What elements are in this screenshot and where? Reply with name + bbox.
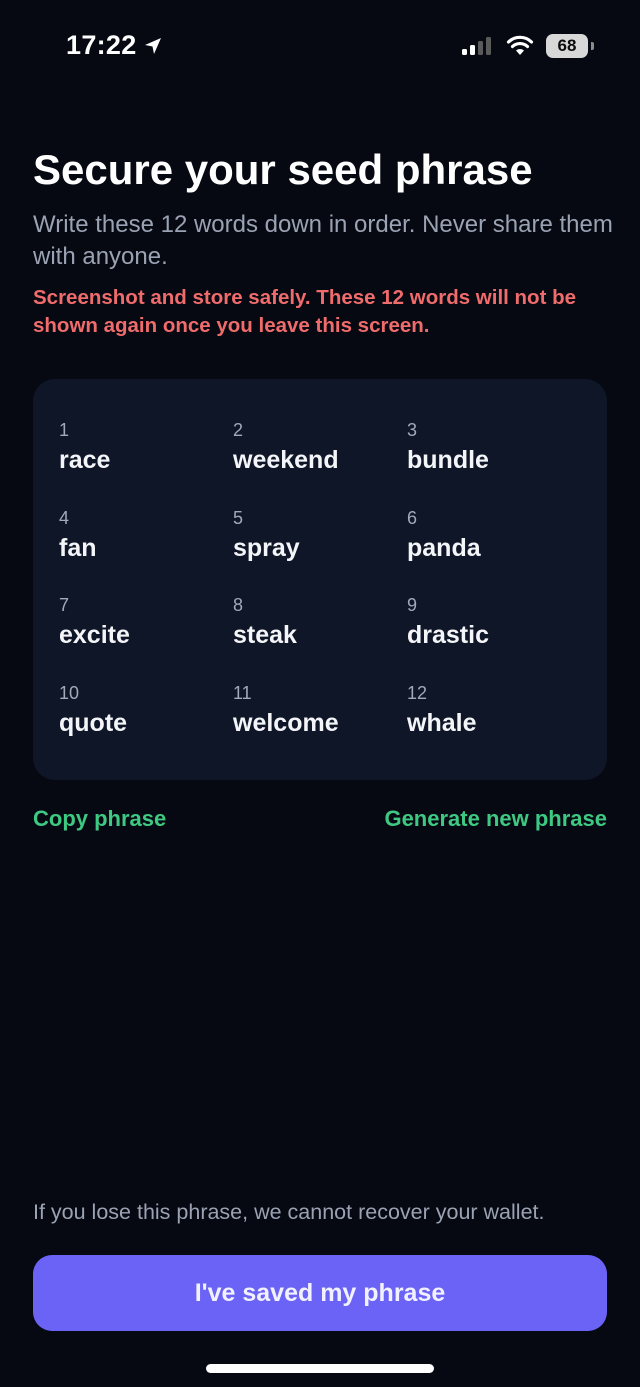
seed-word: whale	[407, 708, 477, 737]
seed-word: welcome	[233, 708, 339, 737]
seed-word-item: 3 bundle	[407, 419, 581, 507]
battery-tip	[591, 42, 594, 50]
seed-word-number: 9	[407, 595, 418, 615]
seed-word-number: 8	[233, 595, 244, 615]
location-arrow-icon	[144, 37, 161, 54]
seed-word-item: 4 fan	[59, 507, 233, 595]
seed-word: race	[59, 446, 111, 474]
seed-word-number: 2	[233, 420, 244, 440]
page-subtitle: Write these 12 words down in order. Neve…	[33, 211, 613, 270]
seed-word: steak	[233, 621, 297, 649]
seed-word-grid: 1 race 2 weekend 3 bundle 4 fan 5 spray 6 panda 7 exc…	[59, 419, 581, 769]
seed-word-item: 5 spray	[233, 507, 407, 595]
seed-word-item: 1 race	[59, 419, 233, 507]
seed-word-number: 5	[233, 507, 244, 528]
page-title: Secure your seed phrase	[33, 146, 533, 193]
wifi-icon	[506, 35, 534, 55]
seed-word: panda	[407, 533, 481, 562]
seed-word: drastic	[407, 621, 489, 649]
seed-word-item: 8 steak	[233, 594, 407, 682]
cellular-signal-icon	[462, 37, 491, 55]
seed-word-number: 1	[59, 420, 70, 440]
footer-note: If you lose this phrase, we cannot recov…	[33, 1200, 545, 1224]
seed-word-number: 6	[407, 507, 418, 528]
copy-phrase-button[interactable]: Copy phrase	[33, 806, 166, 832]
battery-level: 68	[557, 36, 577, 55]
seed-word-item: 6 panda	[407, 507, 581, 595]
status-bar: 17:22 68	[0, 0, 640, 96]
seed-word: weekend	[233, 446, 339, 474]
seed-phrase-card: 1 race 2 weekend 3 bundle 4 fan 5 spray 6 panda 7 exc…	[33, 379, 607, 780]
home-indicator	[206, 1364, 434, 1373]
seed-word-item: 2 weekend	[233, 419, 407, 507]
seed-word-number: 10	[59, 682, 80, 703]
warning-text: Screenshot and store safely. These 12 wo…	[33, 286, 577, 337]
saved-phrase-button[interactable]: I've saved my phrase	[33, 1255, 607, 1331]
seed-word-number: 11	[233, 682, 252, 703]
seed-word-number: 7	[59, 595, 70, 615]
seed-word: quote	[59, 708, 128, 737]
seed-word-number: 3	[407, 420, 418, 440]
seed-word-item: 11 welcome	[233, 682, 407, 770]
status-time: 17:22	[66, 30, 163, 61]
seed-word: bundle	[407, 446, 489, 474]
generate-new-phrase-button[interactable]: Generate new phrase	[384, 806, 607, 832]
seed-word-number: 12	[407, 682, 428, 703]
seed-word-item: 9 drastic	[407, 594, 581, 682]
status-indicators: 68	[462, 34, 594, 58]
battery-icon: 68	[546, 34, 594, 58]
clock: 17:22	[66, 30, 137, 60]
seed-word: fan	[59, 533, 97, 562]
seed-word-number: 4	[59, 507, 70, 528]
seed-word-item: 7 excite	[59, 594, 233, 682]
seed-word: excite	[59, 621, 130, 649]
seed-word-item: 12 whale	[407, 682, 581, 770]
seed-word: spray	[233, 533, 300, 562]
seed-word-item: 10 quote	[59, 682, 233, 770]
